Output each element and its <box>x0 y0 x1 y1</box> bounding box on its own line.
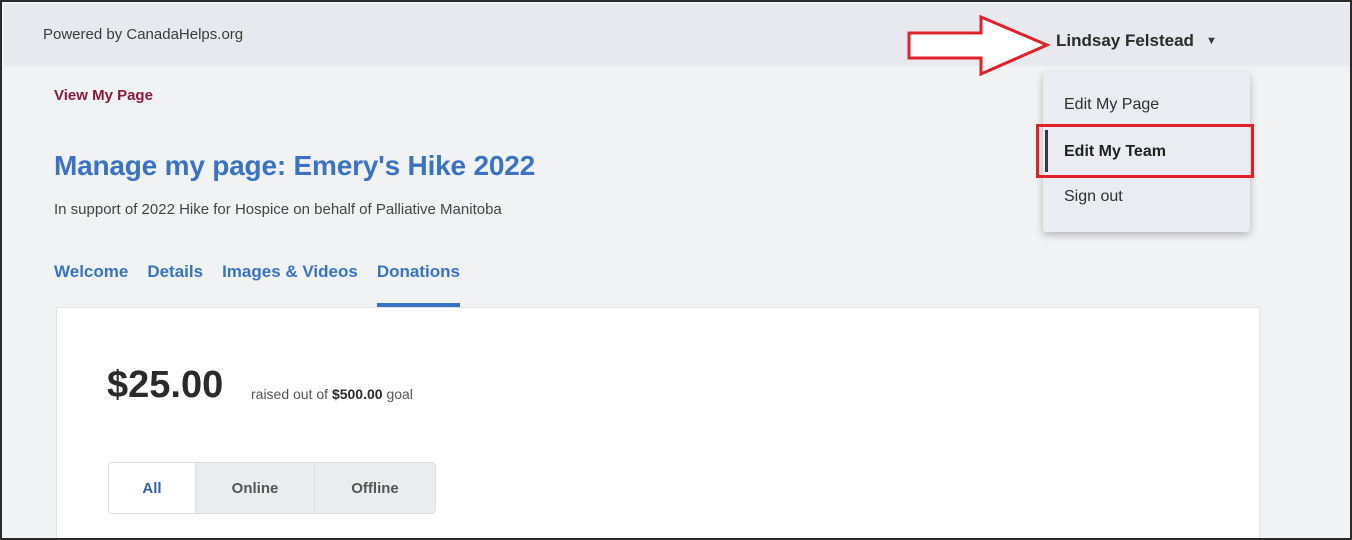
annotation-highlight-box <box>1036 124 1254 178</box>
goal-summary: raised out of $500.00 goal <box>251 386 413 402</box>
donations-card: $25.00 raised out of $500.00 goal All On… <box>56 307 1260 538</box>
red-outline-arrow-icon <box>907 14 1051 77</box>
tab-welcome[interactable]: Welcome <box>54 260 128 304</box>
filter-all[interactable]: All <box>109 463 195 513</box>
tab-images-videos[interactable]: Images & Videos <box>222 260 358 304</box>
view-my-page-link[interactable]: View My Page <box>54 87 153 104</box>
tab-bar: Welcome Details Images & Videos Donation… <box>54 260 479 308</box>
goal-amount: $500.00 <box>331 386 383 402</box>
raised-prefix: raised out of <box>251 386 329 402</box>
app-frame: Powered by CanadaHelps.org Lindsay Felst… <box>0 0 1352 540</box>
top-bar: Powered by CanadaHelps.org Lindsay Felst… <box>4 4 1350 77</box>
filter-online[interactable]: Online <box>195 463 314 513</box>
page-title: Manage my page: Emery's Hike 2022 <box>54 150 535 181</box>
tab-details[interactable]: Details <box>147 260 203 304</box>
donation-filter: All Online Offline <box>108 462 436 514</box>
tab-donations[interactable]: Donations <box>376 260 461 307</box>
user-menu-toggle[interactable]: Lindsay Felstead ▼ <box>1056 31 1217 51</box>
raised-suffix: goal <box>386 386 413 402</box>
chevron-down-icon: ▼ <box>1205 35 1217 47</box>
raised-amount: $25.00 <box>107 364 224 406</box>
filter-offline[interactable]: Offline <box>314 463 435 513</box>
page-subtitle: In support of 2022 Hike for Hospice on b… <box>54 201 502 218</box>
powered-by-label: Powered by CanadaHelps.org <box>43 26 244 43</box>
menu-item-edit-my-page[interactable]: Edit My Page <box>1064 96 1159 114</box>
user-name: Lindsay Felstead <box>1056 31 1194 50</box>
menu-item-sign-out[interactable]: Sign out <box>1064 188 1123 206</box>
